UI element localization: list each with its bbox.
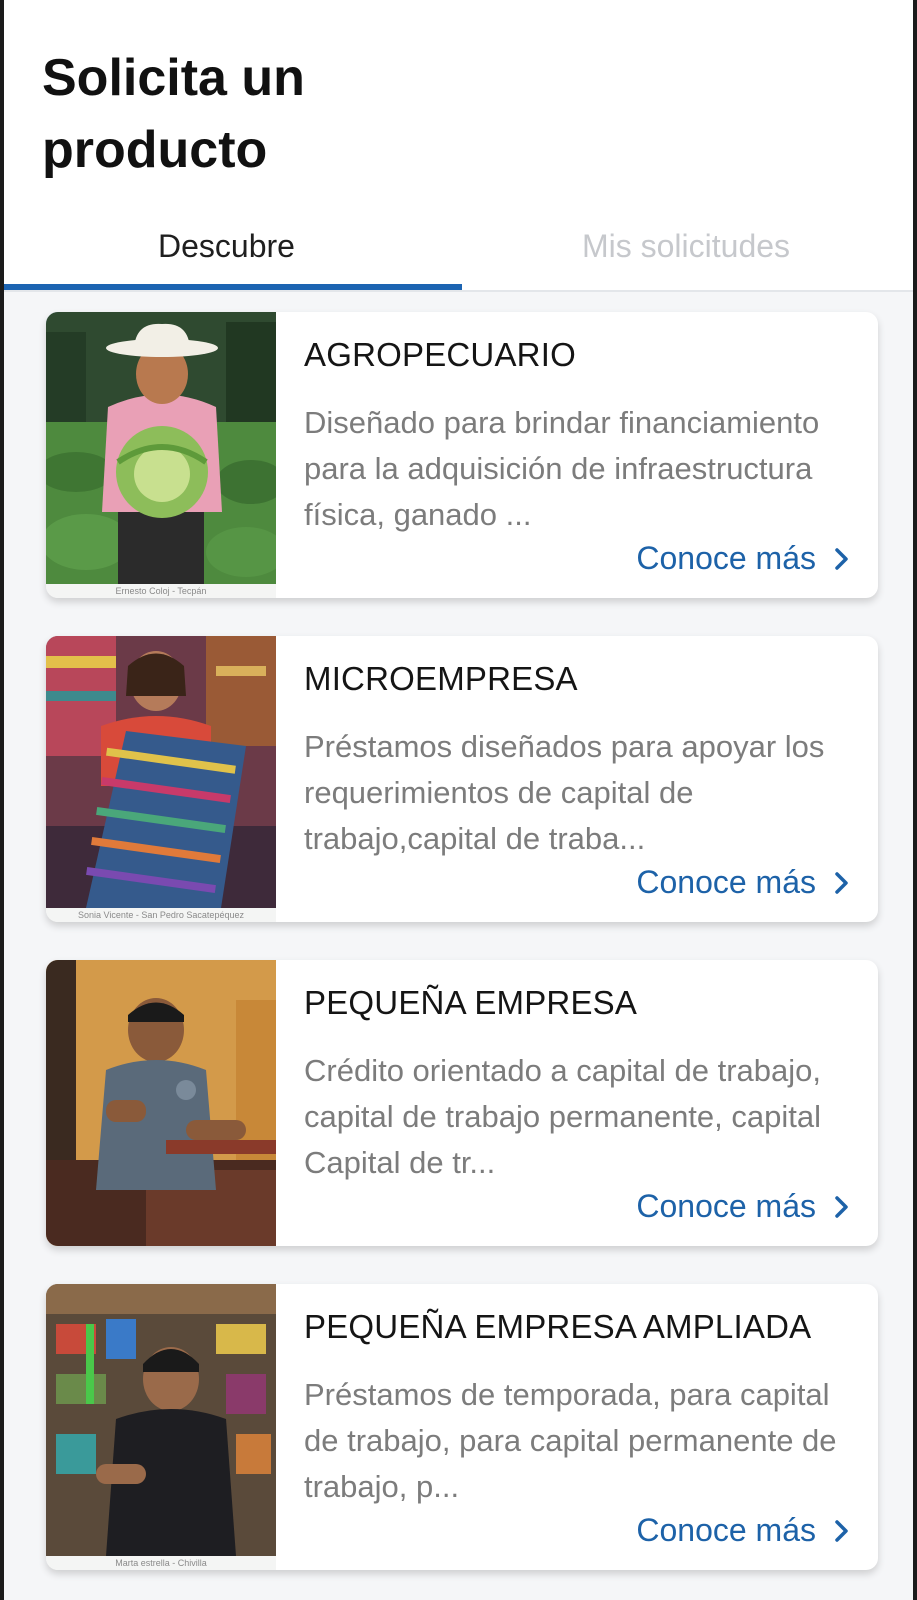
chevron-right-icon [835, 547, 848, 570]
product-title: PEQUEÑA EMPRESA AMPLIADA [304, 1308, 812, 1345]
product-title: AGROPECUARIO [304, 336, 576, 373]
product-title: PEQUEÑA EMPRESA [304, 984, 638, 1021]
conoce-mas-link[interactable]: Conoce más [636, 864, 850, 901]
chevron-right-icon [835, 1519, 848, 1542]
chevron-right-icon [835, 1195, 848, 1218]
tab-bar: Descubre Mis solicitudes [4, 206, 913, 292]
conoce-mas-label: Conoce más [636, 864, 816, 900]
tabs-divider [4, 290, 913, 292]
photo-caption: Sonia Vicente - San Pedro Sacatepéquez [78, 910, 244, 920]
product-photo-weaver: Sonia Vicente - San Pedro Sacatepéquez [46, 636, 276, 922]
product-description: Préstamos diseñados para apoyar los requ… [304, 729, 825, 856]
chevron-right-icon [835, 871, 848, 894]
product-description: Crédito orientado a capital de trabajo, … [304, 1053, 821, 1180]
conoce-mas-label: Conoce más [636, 540, 816, 576]
product-title: MICROEMPRESA [304, 660, 578, 697]
page-title: Solicita un producto [42, 49, 305, 179]
conoce-mas-link[interactable]: Conoce más [636, 540, 850, 577]
product-photo-shopkeeper: Marta estrella - Chivilla [46, 1284, 276, 1570]
product-card-pequena-empresa-ampliada[interactable]: Marta estrella - Chivilla PEQUEÑA EMPRES… [46, 1284, 878, 1570]
photo-caption: Ernesto Coloj - Tecpán [115, 586, 207, 596]
product-card-agropecuario[interactable]: Ernesto Coloj - Tecpán AGROPECUARIO Dise… [46, 312, 878, 598]
product-photo-farmer: Ernesto Coloj - Tecpán [46, 312, 276, 598]
screen-frame-right [913, 0, 917, 1600]
product-description: Diseñado para brindar financiamiento par… [304, 405, 820, 532]
product-card-microempresa[interactable]: Sonia Vicente - San Pedro Sacatepéquez M… [46, 636, 878, 922]
conoce-mas-link[interactable]: Conoce más [636, 1188, 850, 1225]
product-description: Préstamos de temporada, para capital de … [304, 1377, 837, 1504]
conoce-mas-link[interactable]: Conoce más [636, 1512, 850, 1549]
tab-mis-solicitudes[interactable]: Mis solicitudes [459, 206, 913, 286]
conoce-mas-label: Conoce más [636, 1188, 816, 1224]
photo-caption: Marta estrella - Chivilla [115, 1558, 207, 1568]
conoce-mas-label: Conoce más [636, 1512, 816, 1548]
header: Solicita un producto Descubre Mis solici… [4, 0, 913, 292]
product-card-pequena-empresa[interactable]: PEQUEÑA EMPRESA Crédito orientado a capi… [46, 960, 878, 1246]
product-photo-craftsman [46, 960, 276, 1246]
tab-descubre[interactable]: Descubre [4, 206, 459, 286]
